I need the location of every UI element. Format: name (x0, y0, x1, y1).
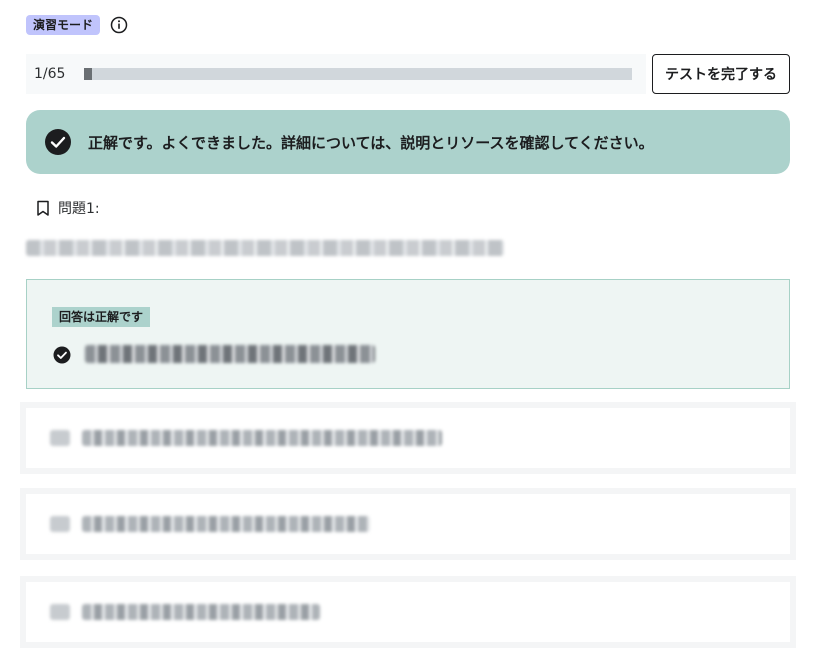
info-icon[interactable] (110, 16, 128, 34)
progress-bar (84, 68, 632, 80)
option-letter (50, 430, 70, 446)
question-text (26, 240, 504, 256)
answer-text (82, 516, 370, 532)
progress-row: 1/65 テストを完了する (26, 54, 790, 94)
result-banner: 正解です。よくできました。詳細については、説明とリソースを確認してください。 (26, 110, 790, 174)
answer-option-correct[interactable]: 回答は正解です (26, 279, 790, 389)
option-letter (50, 516, 70, 532)
result-message: 正解です。よくできました。詳細については、説明とリソースを確認してください。 (88, 133, 654, 152)
correct-badge: 回答は正解です (52, 307, 151, 327)
check-circle-icon (45, 129, 71, 155)
progress-panel: 1/65 (26, 54, 646, 94)
check-circle-icon (53, 346, 71, 364)
answer-option[interactable] (20, 488, 796, 560)
option-letter (50, 604, 70, 620)
question-header: 問題1: (36, 198, 100, 218)
progress-bar-fill (84, 68, 93, 80)
answer-text (85, 345, 375, 363)
answer-option[interactable] (20, 402, 796, 474)
question-label: 問題1: (58, 201, 100, 217)
bookmark-icon[interactable] (36, 200, 50, 217)
question-counter: 1/65 (34, 66, 66, 82)
answer-option[interactable] (20, 576, 796, 648)
header-bar: 演習モード (26, 15, 128, 35)
answer-text (82, 430, 442, 446)
mode-badge: 演習モード (26, 15, 101, 35)
finish-test-button[interactable]: テストを完了する (652, 54, 790, 94)
answer-text (82, 604, 320, 620)
